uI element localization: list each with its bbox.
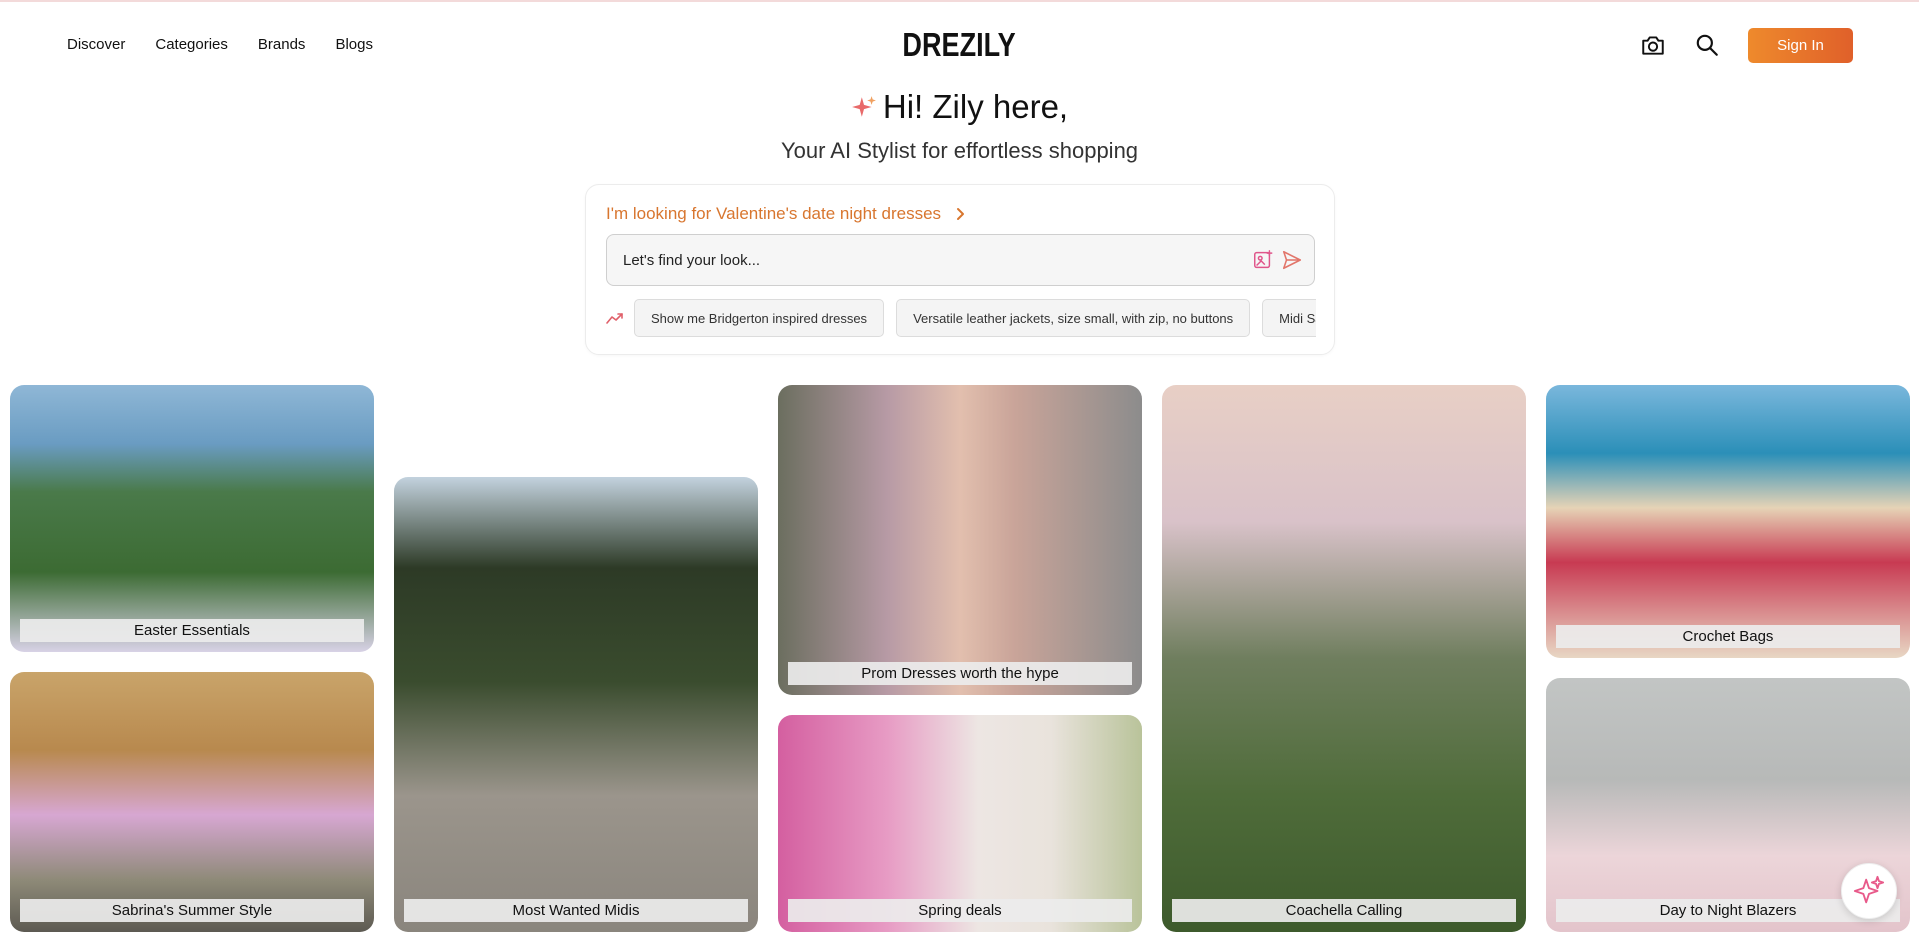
camera-icon[interactable] — [1640, 32, 1666, 58]
sign-in-button[interactable]: Sign In — [1748, 28, 1853, 63]
image-upload-icon[interactable] — [1252, 249, 1274, 271]
nav-categories[interactable]: Categories — [155, 36, 228, 53]
sparkle-icon — [1853, 875, 1885, 904]
hero-title-row: Hi! Zily here, — [0, 88, 1919, 126]
site-header: Discover Categories Brands Blogs DREZILY… — [0, 0, 1919, 92]
trending-prompt[interactable]: Midi Sa — [1262, 299, 1316, 337]
collection-card-spring-deals[interactable]: Spring deals — [778, 715, 1142, 932]
collection-card-coachella-calling[interactable]: Coachella Calling — [1162, 385, 1526, 932]
main-nav: Discover Categories Brands Blogs — [67, 36, 373, 53]
collection-card-crochet-bags[interactable]: Crochet Bags — [1546, 385, 1910, 658]
collection-card-easter-essentials[interactable]: Easter Essentials — [10, 385, 374, 652]
card-label: Most Wanted Midis — [404, 899, 748, 922]
card-label: Sabrina's Summer Style — [20, 899, 364, 922]
nav-brands[interactable]: Brands — [258, 36, 306, 53]
trending-prompt[interactable]: Versatile leather jackets, size small, w… — [896, 299, 1251, 337]
stylist-chat-card: I'm looking for Valentine's date night d… — [585, 184, 1335, 355]
search-icon[interactable] — [1694, 32, 1720, 58]
chevron-right-icon — [957, 208, 965, 220]
card-label: Prom Dresses worth the hype — [788, 662, 1132, 685]
card-label: Easter Essentials — [20, 619, 364, 642]
collection-card-sabrinas-summer-style[interactable]: Sabrina's Summer Style — [10, 672, 374, 932]
chat-input-box — [606, 234, 1315, 286]
prompt-suggestion-text: I'm looking for Valentine's date night d… — [606, 204, 942, 223]
hero-subtitle: Your AI Stylist for effortless shopping — [780, 138, 1139, 163]
nav-discover[interactable]: Discover — [67, 36, 125, 53]
send-icon[interactable] — [1281, 249, 1303, 271]
sparkle-icon — [851, 96, 876, 117]
logo[interactable]: DREZILY — [903, 26, 1016, 64]
collection-card-prom-dresses[interactable]: Prom Dresses worth the hype — [778, 385, 1142, 695]
card-label: Spring deals — [788, 899, 1132, 922]
card-label: Crochet Bags — [1556, 625, 1900, 648]
hero-title: Hi! Zily here, — [882, 88, 1069, 125]
trending-prompt[interactable]: Show me Bridgerton inspired dresses — [634, 299, 885, 337]
prompt-suggestion[interactable]: I'm looking for Valentine's date night d… — [606, 204, 965, 224]
nav-blogs[interactable]: Blogs — [335, 36, 373, 53]
chat-input[interactable] — [607, 235, 1227, 285]
ai-stylist-fab[interactable] — [1841, 863, 1897, 919]
card-label: Coachella Calling — [1172, 899, 1516, 922]
collection-card-most-wanted-midis[interactable]: Most Wanted Midis — [394, 477, 758, 932]
trending-icon — [606, 313, 623, 324]
trending-prompts: Show me Bridgerton inspired dresses Vers… — [634, 299, 1316, 339]
